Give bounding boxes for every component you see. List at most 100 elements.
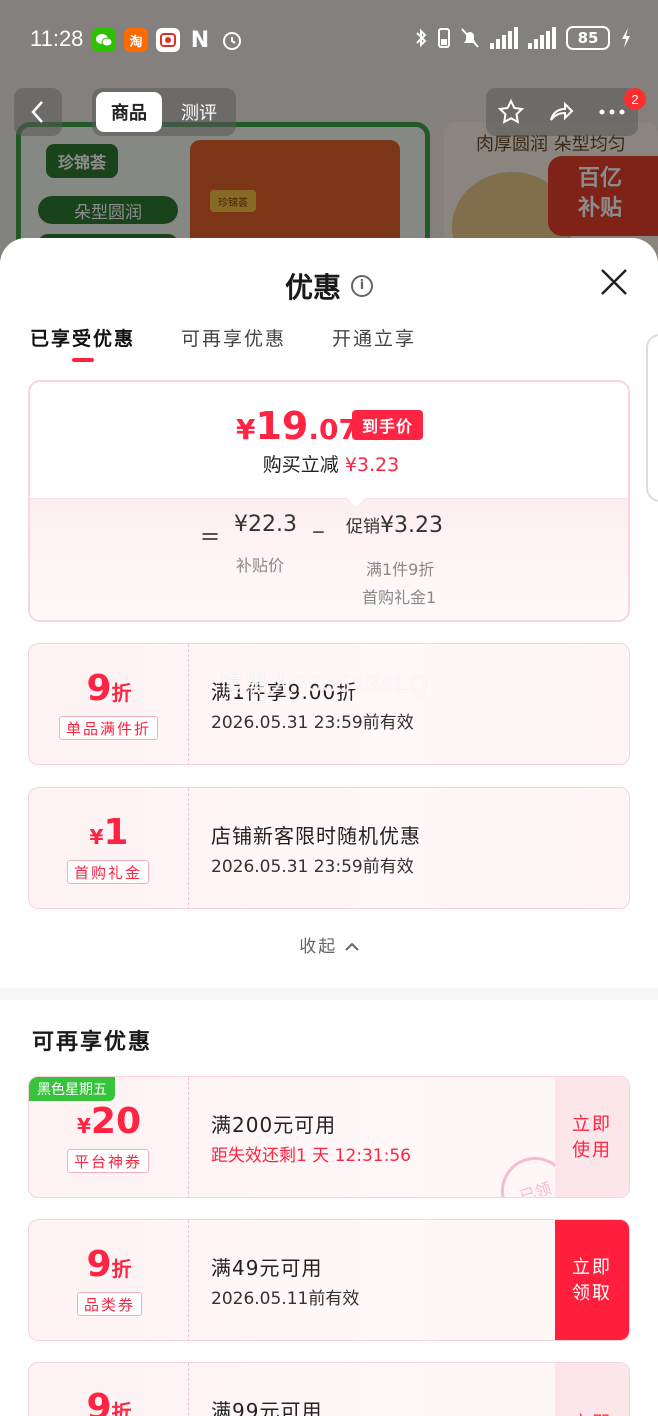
phone-battery-icon bbox=[438, 28, 450, 48]
coupon-value: ¥20 bbox=[29, 1101, 189, 1142]
info-icon[interactable]: i bbox=[351, 275, 373, 297]
tab-activate-discounts[interactable]: 开通立享 bbox=[332, 324, 416, 351]
claim-now-button[interactable]: 立即 领取 bbox=[555, 1220, 629, 1340]
coupon-validity: 2026.05.31 23:59前有效 bbox=[211, 857, 414, 877]
reduction-value: ¥3.23 bbox=[344, 454, 400, 476]
coupon-value: 9折 bbox=[29, 668, 189, 709]
enjoyed-coupon-gift: ¥1 首购礼金 店铺新客限时随机优惠 2026.05.31 23:59前有效 bbox=[28, 787, 630, 909]
coupon-action-label: 立即 bbox=[572, 1411, 612, 1416]
enjoyed-coupon-discount: 9折 单品满件折 满1件享9.00折 2026.05.31 23:59前有效 慢… bbox=[28, 643, 630, 765]
notification-badge: 2 bbox=[624, 88, 646, 110]
coupon-value-area: 9折 bbox=[29, 1363, 189, 1416]
collapse-label: 收起 bbox=[299, 937, 338, 957]
signal-icon-1 bbox=[490, 27, 518, 49]
price-summary-card: ¥19.07 到手价 购买立减 ¥3.23 = ¥22.3 补贴价 – 促销¥3… bbox=[28, 380, 630, 622]
promotion-value: ¥3.23 bbox=[380, 513, 443, 538]
sheet-title: 优惠 bbox=[284, 271, 341, 304]
coupon-title: 满99元可用 bbox=[211, 1399, 323, 1416]
coupon-value-area: 9折 品类券 bbox=[29, 1220, 189, 1340]
subsidy-price: ¥22.3 bbox=[234, 512, 297, 537]
equals-sign: = bbox=[200, 522, 221, 550]
battery-level: 85 bbox=[566, 26, 610, 50]
coupon-value-number: 9 bbox=[86, 1244, 112, 1285]
favorite-star-icon[interactable] bbox=[497, 98, 525, 126]
subsidy-price-label: 补贴价 bbox=[236, 556, 285, 575]
coupon-value-area: ¥1 首购礼金 bbox=[29, 788, 189, 908]
side-drawer-handle[interactable] bbox=[646, 334, 658, 502]
section-title-more-discounts: 可再享优惠 bbox=[32, 1030, 153, 1055]
signal-icon-2 bbox=[528, 27, 556, 49]
coupon-value-number: 20 bbox=[90, 1101, 142, 1142]
coupon-value: 9折 bbox=[29, 1244, 189, 1285]
taobao-icon: 淘 bbox=[124, 28, 148, 52]
coupon-validity: 2026.05.11前有效 bbox=[211, 1289, 360, 1309]
wechat-icon bbox=[92, 28, 116, 52]
final-price-currency: ¥ bbox=[236, 413, 256, 446]
coupon-type-label: 首购礼金 bbox=[67, 860, 150, 884]
sheet-header: 优惠 i bbox=[0, 266, 658, 306]
chevron-up-icon bbox=[344, 942, 359, 951]
coupon-value-number: 1 bbox=[103, 812, 129, 853]
use-now-label: 立即 使用 bbox=[572, 1114, 612, 1161]
black-friday-tag: 黑色星期五 bbox=[29, 1077, 115, 1101]
watermark-text: 慢黑人7535134LQ bbox=[219, 671, 429, 698]
section-divider bbox=[0, 988, 658, 1000]
status-bar: 11:28 淘 N 85 bbox=[0, 0, 658, 80]
price-breakdown bbox=[30, 498, 628, 620]
minus-sign: – bbox=[312, 516, 325, 546]
coupon-currency: ¥ bbox=[89, 825, 104, 849]
tab-reviews[interactable]: 测评 bbox=[166, 92, 232, 132]
coupon-currency: ¥ bbox=[76, 1114, 91, 1138]
system-icons: 85 bbox=[414, 26, 632, 50]
coupon-value-area: 9折 单品满件折 bbox=[29, 644, 189, 764]
final-price-tag: 到手价 bbox=[352, 410, 424, 440]
final-price: ¥19.07 bbox=[236, 404, 358, 448]
close-icon[interactable] bbox=[596, 264, 632, 300]
promotion-note-1: 满1件9折 bbox=[366, 560, 435, 579]
page-tabs: 商品 测评 bbox=[92, 88, 236, 136]
page-actions bbox=[486, 88, 638, 136]
use-now-button[interactable]: 立即 使用 bbox=[555, 1077, 629, 1197]
coupon-validity: 2026.05.31 23:59前有效 bbox=[211, 713, 414, 733]
nfc-icon: N bbox=[190, 27, 210, 53]
pinduoduo-icon bbox=[156, 28, 180, 52]
tab-enjoyed-discounts[interactable]: 已享受优惠 bbox=[30, 324, 135, 362]
coupon-type-label: 单品满件折 bbox=[59, 716, 159, 740]
instant-reduction: 购买立减 ¥3.23 bbox=[30, 450, 628, 477]
coupon-type-label: 平台神券 bbox=[67, 1149, 150, 1173]
coupon-value-unit: 折 bbox=[111, 1400, 132, 1416]
collapse-button[interactable]: 收起 bbox=[0, 932, 658, 957]
status-time: 11:28 bbox=[30, 26, 84, 51]
coupon-value-number: 9 bbox=[86, 1387, 112, 1416]
share-icon[interactable] bbox=[547, 98, 575, 126]
coupon-title: 店铺新客限时随机优惠 bbox=[211, 824, 421, 848]
alarm-icon bbox=[220, 28, 244, 52]
reduction-label: 购买立减 bbox=[262, 454, 339, 476]
bluetooth-icon bbox=[416, 28, 427, 48]
promotion-label: 促销 bbox=[346, 517, 380, 537]
available-coupon-category: 9折 品类券 满49元可用 2026.05.11前有效 立即 领取 bbox=[28, 1219, 630, 1341]
chevron-left-icon bbox=[31, 101, 43, 123]
coupon-value-number: 9 bbox=[86, 668, 112, 709]
discount-sheet: 优惠 i 已享受优惠 可再享优惠 开通立享 ¥19.07 到手价 购买立减 ¥3.… bbox=[0, 238, 658, 1416]
back-button[interactable] bbox=[14, 88, 62, 136]
discount-tabs: 已享受优惠 可再享优惠 开通立享 bbox=[30, 324, 416, 362]
coupon-countdown: 距失效还剩1 天 12:31:56 bbox=[211, 1146, 411, 1166]
charging-icon bbox=[622, 28, 630, 48]
coupon-value-unit: 折 bbox=[111, 1257, 132, 1281]
mute-icon bbox=[461, 28, 479, 48]
coupon-type-label: 品类券 bbox=[77, 1292, 143, 1316]
final-price-integer: 19 bbox=[255, 404, 309, 448]
tab-more-discounts[interactable]: 可再享优惠 bbox=[181, 324, 286, 351]
coupon-action-button[interactable]: 立即 bbox=[555, 1363, 629, 1416]
claim-now-label: 立即 领取 bbox=[572, 1257, 612, 1304]
more-icon[interactable] bbox=[597, 98, 627, 126]
available-coupon-platform: ¥20 平台神券 黑色星期五 满200元可用 距失效还剩1 天 12:31:56… bbox=[28, 1076, 630, 1198]
coupon-title: 满49元可用 bbox=[211, 1256, 323, 1280]
notification-icons: 淘 N bbox=[92, 27, 244, 53]
tab-product[interactable]: 商品 bbox=[96, 92, 162, 132]
promotion-amount: 促销¥3.23 bbox=[346, 512, 443, 538]
promotion-note-2: 首购礼金1 bbox=[362, 588, 437, 607]
coupon-value: ¥1 bbox=[29, 812, 189, 853]
coupon-title: 满200元可用 bbox=[211, 1113, 337, 1137]
